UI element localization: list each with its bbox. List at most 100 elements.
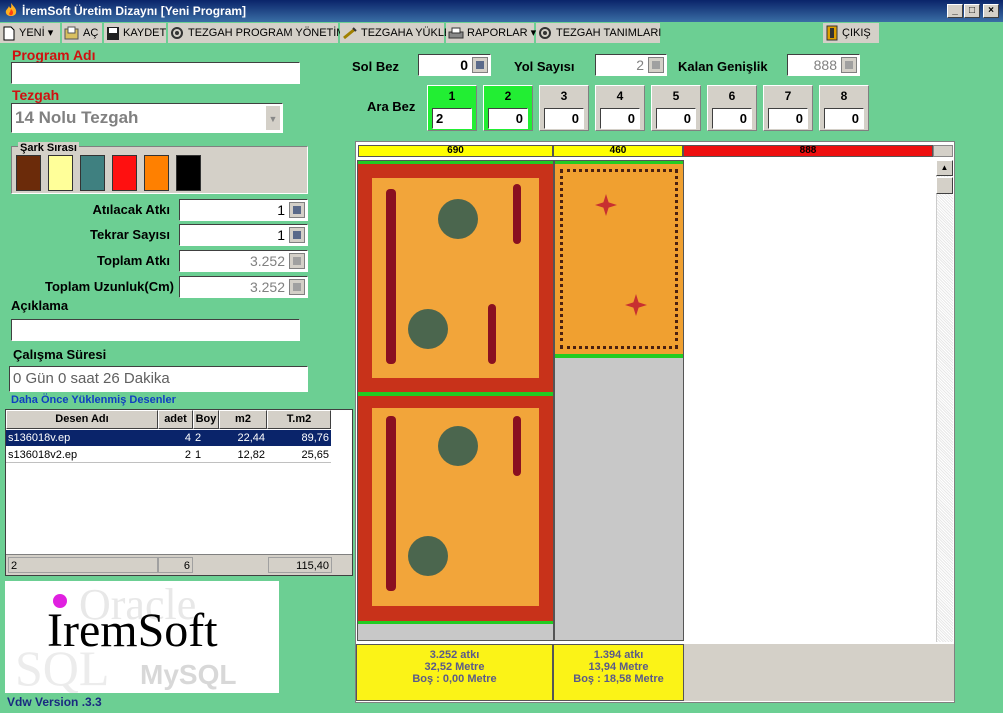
- col-boy[interactable]: Boy: [193, 410, 219, 429]
- carpet-pattern[interactable]: [358, 164, 553, 392]
- menu-tezgaha-yukle[interactable]: TEZGAHA YÜKLE: [340, 23, 451, 43]
- title-bar: İremSoft Üretim Dizaynı [Yeni Program] _…: [0, 0, 1003, 22]
- border-motif: [488, 304, 496, 364]
- ara-bez-box-1: 12: [427, 85, 477, 131]
- color-swatch[interactable]: [16, 155, 41, 191]
- table-row[interactable]: s136018v2.ep 2 1 12,82 25,65: [6, 447, 331, 463]
- color-swatch[interactable]: [176, 155, 201, 191]
- lane-1-end: [358, 621, 553, 624]
- minimize-button[interactable]: _: [947, 4, 963, 18]
- menu-tezgah-tanimlari[interactable]: TEZGAH TANIMLARI: [536, 23, 661, 43]
- width-bar-end: [933, 145, 953, 157]
- ara-bez-input[interactable]: 0: [600, 108, 640, 129]
- menu-kaydet-label: KAYDET: [123, 27, 167, 39]
- color-swatch[interactable]: [80, 155, 105, 191]
- menu-ac[interactable]: AÇ: [62, 23, 102, 43]
- calculator-icon: [289, 253, 305, 269]
- gear-icon: [539, 26, 551, 39]
- tezgah-select-value: 14 Nolu Tezgah: [15, 108, 139, 127]
- tekrar-input[interactable]: 1: [179, 224, 308, 246]
- ara-bez-input[interactable]: 0: [768, 108, 808, 129]
- ara-bez-input[interactable]: 0: [488, 108, 528, 129]
- sol-bez-input[interactable]: 0: [418, 54, 491, 76]
- logo-text: IremSoft: [47, 604, 218, 657]
- ara-bez-number: 2: [504, 89, 512, 103]
- calculator-icon: [648, 57, 664, 73]
- maximize-button[interactable]: □: [964, 4, 980, 18]
- color-swatch[interactable]: [144, 155, 169, 191]
- color-swatch[interactable]: [112, 155, 137, 191]
- exit-door-icon: [826, 25, 838, 41]
- calculator-icon[interactable]: [472, 57, 488, 73]
- col-adet[interactable]: adet: [158, 410, 193, 429]
- menu-cikis[interactable]: ÇIKIŞ: [823, 23, 879, 43]
- program-name-label: Program Adı: [12, 47, 96, 63]
- ara-bez-label: Ara Bez: [367, 99, 416, 114]
- version-label: Vdw Version .3.3: [7, 695, 102, 709]
- menu-raporlar-label: RAPORLAR: [467, 27, 528, 39]
- close-button[interactable]: ×: [983, 4, 999, 18]
- ara-bez-box-5: 50: [651, 85, 701, 131]
- carpet-pattern[interactable]: [555, 164, 683, 354]
- width-bar-remaining: 888: [683, 145, 933, 157]
- calculator-icon[interactable]: [289, 227, 305, 243]
- program-name-input[interactable]: [11, 62, 300, 84]
- calisma-label: Çalışma Süresi: [13, 347, 107, 362]
- ara-bez-input[interactable]: 0: [712, 108, 752, 129]
- kalan-genislik-label: Kalan Genişlik: [678, 59, 768, 74]
- ara-bez-number: 3: [560, 89, 568, 103]
- lane-1-bos: Boş : 0,00 Metre: [412, 673, 497, 685]
- menu-raporlar[interactable]: RAPORLAR ▾: [446, 23, 536, 43]
- carpet-border: [560, 169, 678, 349]
- menu-yeni[interactable]: YENİ ▾: [0, 23, 60, 43]
- table-footer: 2 6 115,40: [6, 554, 352, 575]
- lane-2-bos: Boş : 18,58 Metre: [573, 673, 664, 685]
- color-swatch[interactable]: [48, 155, 73, 191]
- lane-2-end: [555, 354, 683, 358]
- toplam-atki-value: 3.252: [249, 253, 285, 269]
- col-tm2[interactable]: T.m2: [267, 410, 331, 429]
- flame-icon: [5, 3, 17, 16]
- new-file-icon: [3, 26, 15, 41]
- atilacak-label: Atılacak Atkı: [92, 202, 170, 217]
- ara-bez-box-4: 40: [595, 85, 645, 131]
- ara-bez-number: 8: [840, 89, 848, 103]
- menu-kaydet[interactable]: KAYDET: [104, 23, 166, 43]
- width-bar-1: 690: [358, 145, 553, 157]
- menu-tezgah-program[interactable]: TEZGAH PROGRAM YÖNETİMİ: [168, 23, 349, 43]
- menu-cikis-label: ÇIKIŞ: [842, 27, 871, 39]
- vertical-scrollbar[interactable]: [936, 160, 953, 642]
- menu-ac-label: AÇ: [83, 27, 99, 39]
- calisma-field: 0 Gün 0 saat 26 Dakika: [9, 366, 308, 392]
- border-motif: [513, 416, 521, 476]
- col-desen-adi[interactable]: Desen Adı: [6, 410, 158, 429]
- border-motif: [513, 184, 521, 244]
- flower-motif: [408, 536, 448, 576]
- flower-motif: [408, 309, 448, 349]
- scrollbar-thumb[interactable]: [936, 177, 953, 194]
- scroll-up-icon[interactable]: ▲: [936, 160, 953, 176]
- carpet-pattern[interactable]: [358, 396, 553, 622]
- calculator-icon[interactable]: [289, 202, 305, 218]
- toplam-uzunluk-value: 3.252: [249, 279, 285, 295]
- menu-bar: YENİ ▾ AÇ KAYDET TEZGAH PROGRAM YÖNETİMİ…: [0, 22, 1003, 44]
- kalan-genislik-value: 888: [813, 57, 837, 73]
- ara-bez-input[interactable]: 0: [544, 108, 584, 129]
- cell-desen: s136018v.ep: [8, 432, 71, 444]
- ara-bez-input[interactable]: 0: [824, 108, 864, 129]
- cell-m2: 22,44: [237, 432, 265, 444]
- atilacak-input[interactable]: 1: [179, 199, 308, 221]
- aciklama-label: Açıklama: [11, 298, 69, 313]
- tezgah-select[interactable]: 14 Nolu Tezgah ▼: [11, 103, 283, 133]
- ara-bez-input[interactable]: 0: [656, 108, 696, 129]
- col-m2[interactable]: m2: [219, 410, 267, 429]
- aciklama-input[interactable]: [11, 319, 300, 341]
- flower-motif: [438, 199, 478, 239]
- chevron-down-icon[interactable]: ▼: [265, 105, 281, 131]
- table-row[interactable]: s136018v.ep 4 2 22,44 89,76: [6, 430, 331, 446]
- border-motif: [386, 189, 396, 364]
- yol-sayisi-field: 2: [595, 54, 667, 76]
- ara-bez-input[interactable]: 2: [432, 108, 472, 129]
- atilacak-value: 1: [277, 202, 285, 218]
- menu-yeni-label: YENİ: [19, 27, 45, 39]
